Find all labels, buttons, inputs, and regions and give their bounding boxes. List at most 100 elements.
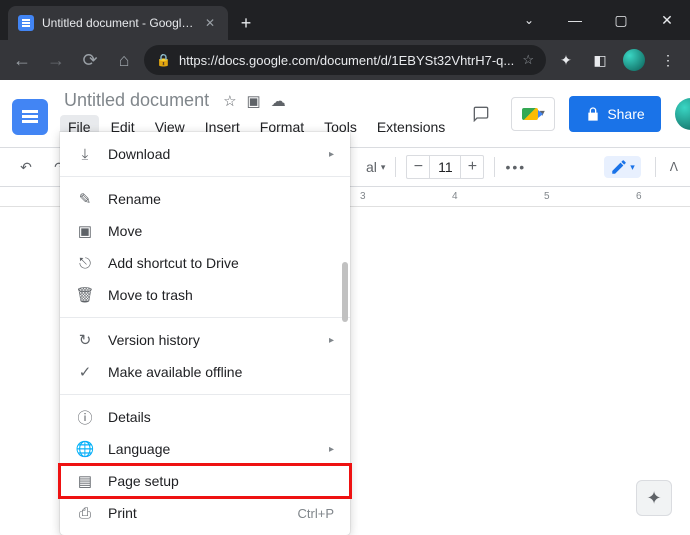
menu-extensions[interactable]: Extensions (369, 115, 453, 139)
menu-item-label: Make available offline (108, 364, 242, 380)
menu-item-label: Move (108, 223, 142, 239)
browser-titlebar: Untitled document - Google Doc ✕ + ⌄ — ▢… (0, 0, 690, 40)
ruler-tick: 5 (544, 191, 550, 202)
menu-item-print[interactable]: ⎙ Print Ctrl+P (60, 497, 350, 529)
rename-icon: ✎ (76, 190, 94, 208)
menu-divider (60, 394, 350, 395)
toolbar-separator (494, 157, 495, 177)
details-icon: ⓘ (76, 408, 94, 426)
document-title[interactable]: Untitled document (60, 88, 213, 113)
ruler-tick: 3 (360, 191, 366, 202)
share-button[interactable]: Share (569, 96, 660, 132)
star-icon[interactable]: ☆ (223, 92, 236, 110)
panel-icon[interactable]: ◧ (586, 46, 614, 74)
bookmark-star-icon[interactable]: ☆ (522, 52, 534, 68)
account-avatar[interactable] (675, 98, 690, 130)
forward-button[interactable]: → (42, 46, 70, 74)
docs-header: Untitled document ☆ ▣ ☁ FileEditViewInse… (0, 80, 690, 139)
toolbar-separator (395, 157, 396, 177)
extensions-puzzle-icon[interactable]: ✦ (552, 46, 580, 74)
trash-icon: 🗑 (76, 286, 94, 304)
meet-button[interactable]: ▾ (511, 97, 555, 131)
menu-item-shortcut[interactable]: ⎋ Add shortcut to Drive (60, 247, 350, 279)
tab-search-icon[interactable]: ⌄ (506, 0, 552, 40)
menu-divider (60, 176, 350, 177)
comment-history-icon[interactable] (465, 98, 497, 130)
docs-favicon (18, 15, 34, 31)
home-button[interactable]: ⌂ (110, 46, 138, 74)
menu-item-rename[interactable]: ✎ Rename (60, 183, 350, 215)
submenu-arrow-icon: ▸ (329, 444, 334, 455)
language-icon: 🌐 (76, 440, 94, 458)
menu-item-history[interactable]: ↻ Version history ▸ (60, 324, 350, 356)
decrease-font-button[interactable]: − (407, 156, 429, 178)
chrome-menu-icon[interactable]: ⋮ (654, 46, 682, 74)
pagesetup-icon: ▤ (76, 472, 94, 490)
editing-mode-button[interactable]: ▾ (604, 156, 641, 178)
menu-item-label: Download (108, 146, 170, 162)
maximize-button[interactable]: ▢ (598, 0, 644, 40)
shortcut-icon: ⎋ (76, 254, 94, 272)
paragraph-style-dropdown[interactable]: al ▾ (366, 159, 385, 175)
increase-font-button[interactable]: + (461, 156, 483, 178)
menu-divider (60, 317, 350, 318)
font-size-value[interactable]: 11 (429, 156, 461, 178)
ruler-tick: 6 (636, 191, 642, 202)
tab-close-icon[interactable]: ✕ (202, 16, 218, 30)
menu-item-label: Page setup (108, 473, 179, 489)
font-size-control: − 11 + (406, 155, 484, 179)
submenu-arrow-icon: ▸ (329, 149, 334, 160)
address-bar[interactable]: 🔒 https://docs.google.com/document/d/1EB… (144, 45, 546, 75)
undo-button[interactable]: ↶ (12, 153, 40, 181)
share-button-label: Share (607, 106, 644, 122)
menu-item-move[interactable]: ▣ Move (60, 215, 350, 247)
new-tab-button[interactable]: + (232, 9, 260, 37)
meet-camera-icon (522, 108, 538, 120)
browser-tab[interactable]: Untitled document - Google Doc ✕ (8, 6, 228, 40)
menu-item-details[interactable]: ⓘ Details (60, 401, 350, 433)
history-icon: ↻ (76, 331, 94, 349)
menu-item-label: Move to trash (108, 287, 193, 303)
move-folder-icon[interactable]: ▣ (247, 92, 261, 110)
offline-icon: ✓ (76, 363, 94, 381)
profile-avatar-icon[interactable] (620, 46, 648, 74)
url-text: https://docs.google.com/document/d/1EBYS… (179, 53, 514, 68)
menu-item-label: Add shortcut to Drive (108, 255, 239, 271)
docs-logo-icon[interactable] (12, 99, 48, 135)
menu-item-label: Version history (108, 332, 200, 348)
menu-item-language[interactable]: 🌐 Language ▸ (60, 433, 350, 465)
explore-button[interactable]: ✦ (636, 480, 672, 516)
lock-icon: 🔒 (156, 53, 171, 67)
menu-item-label: Rename (108, 191, 161, 207)
menu-item-label: Print (108, 505, 137, 521)
menu-item-download[interactable]: ⤓ Download ▸ (60, 138, 350, 170)
back-button[interactable]: ← (8, 46, 36, 74)
menu-item-label: Language (108, 441, 170, 457)
header-right: ▾ Share (465, 96, 690, 132)
menu-item-offline[interactable]: ✓ Make available offline (60, 356, 350, 388)
chevron-down-icon: ▾ (630, 162, 635, 173)
minimize-button[interactable]: — (552, 0, 598, 40)
menu-item-pagesetup[interactable]: ▤ Page setup (60, 465, 350, 497)
collapse-toolbar-button[interactable]: ᐱ (670, 160, 678, 174)
file-menu-dropdown: ⤓ Download ▸ ✎ Rename ▣ Move ⎋ Add shortcut to D… (60, 132, 350, 535)
window-controls: ⌄ — ▢ ✕ (506, 0, 690, 40)
submenu-arrow-icon: ▸ (329, 335, 334, 346)
download-icon: ⤓ (76, 145, 94, 163)
reload-button[interactable]: ⟳ (76, 46, 104, 74)
cloud-status-icon[interactable]: ☁ (271, 92, 286, 110)
menu-item-label: Details (108, 409, 151, 425)
print-icon: ⎙ (76, 504, 94, 522)
ruler-tick: 4 (452, 191, 458, 202)
pencil-icon (610, 158, 628, 176)
tab-title: Untitled document - Google Doc (42, 16, 194, 30)
toolbar-separator (655, 157, 656, 177)
browser-toolbar: ← → ⟳ ⌂ 🔒 https://docs.google.com/docume… (0, 40, 690, 80)
extension-icons: ✦ ◧ ⋮ (552, 46, 682, 74)
menu-shortcut: Ctrl+P (298, 506, 334, 521)
menu-item-trash[interactable]: 🗑 Move to trash (60, 279, 350, 311)
paragraph-style-label: al (366, 159, 377, 175)
move-icon: ▣ (76, 222, 94, 240)
close-window-button[interactable]: ✕ (644, 0, 690, 40)
toolbar-more-button[interactable]: ••• (505, 159, 526, 175)
